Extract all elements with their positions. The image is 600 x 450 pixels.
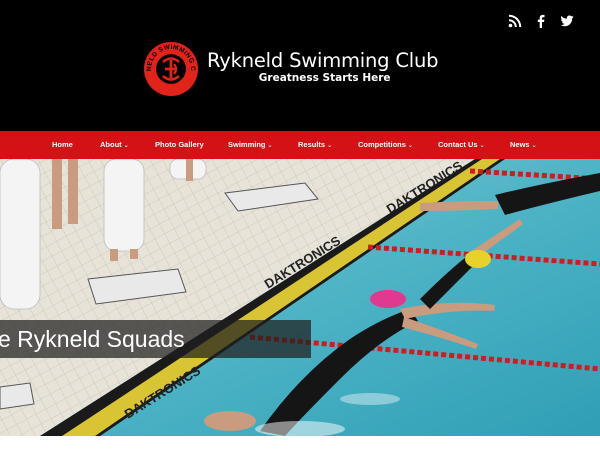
nav-item-home[interactable]: Home: [52, 131, 73, 159]
twitter-link[interactable]: [560, 14, 574, 28]
nav-item-about[interactable]: About ⌄: [100, 131, 129, 159]
nav-item-competitions[interactable]: Competitions ⌄: [358, 131, 413, 159]
main-nav: Home About ⌄ Photo Gallery Swimming ⌄ Resu…: [0, 131, 600, 159]
rss-link[interactable]: [508, 14, 522, 28]
nav-item-results[interactable]: Results ⌄: [298, 131, 332, 159]
chevron-down-icon: ⌄: [327, 143, 333, 149]
facebook-icon: [537, 14, 545, 28]
hero-slider[interactable]: DAKTRONICS DAKTRONICS DAKTRONICS e Rykne…: [0, 159, 600, 436]
nav-item-news[interactable]: News ⌄: [510, 131, 537, 159]
social-links: [508, 14, 574, 28]
chevron-down-icon: ⌄: [123, 143, 129, 149]
nav-label: About: [100, 140, 122, 149]
chevron-down-icon: ⌄: [531, 143, 537, 149]
site-header: RYKNELD SWIMMING CLUB Rykneld Swimming C…: [0, 0, 600, 131]
twitter-icon: [560, 15, 574, 27]
site-title[interactable]: Rykneld Swimming Club: [207, 49, 439, 72]
nav-label: Results: [298, 140, 326, 149]
nav-label: News: [510, 140, 530, 149]
chevron-down-icon: ⌄: [479, 143, 485, 149]
facebook-link[interactable]: [534, 14, 548, 28]
rss-icon: [508, 14, 522, 28]
nav-label: Photo Gallery: [155, 140, 204, 149]
club-logo[interactable]: RYKNELD SWIMMING CLUB: [143, 41, 199, 97]
slide-caption[interactable]: e Rykneld Squads: [0, 320, 311, 358]
site-tagline: Greatness Starts Here: [258, 71, 391, 84]
brand-text: Rykneld Swimming Club Greatness Starts H…: [207, 49, 439, 85]
nav-item-swimming[interactable]: Swimming ⌄: [228, 131, 273, 159]
nav-label: Contact Us: [438, 140, 478, 149]
slide-caption-text: e Rykneld Squads: [0, 326, 185, 352]
brand[interactable]: RYKNELD SWIMMING CLUB Rykneld Swimming C…: [143, 40, 439, 98]
nav-item-contact-us[interactable]: Contact Us ⌄: [438, 131, 485, 159]
chevron-down-icon: ⌄: [267, 143, 273, 149]
nav-label: Home: [52, 140, 73, 149]
hero-image: DAKTRONICS DAKTRONICS DAKTRONICS: [0, 159, 600, 436]
nav-item-photo-gallery[interactable]: Photo Gallery: [155, 131, 204, 159]
chevron-down-icon: ⌄: [407, 143, 413, 149]
nav-label: Swimming: [228, 140, 266, 149]
nav-label: Competitions: [358, 140, 406, 149]
